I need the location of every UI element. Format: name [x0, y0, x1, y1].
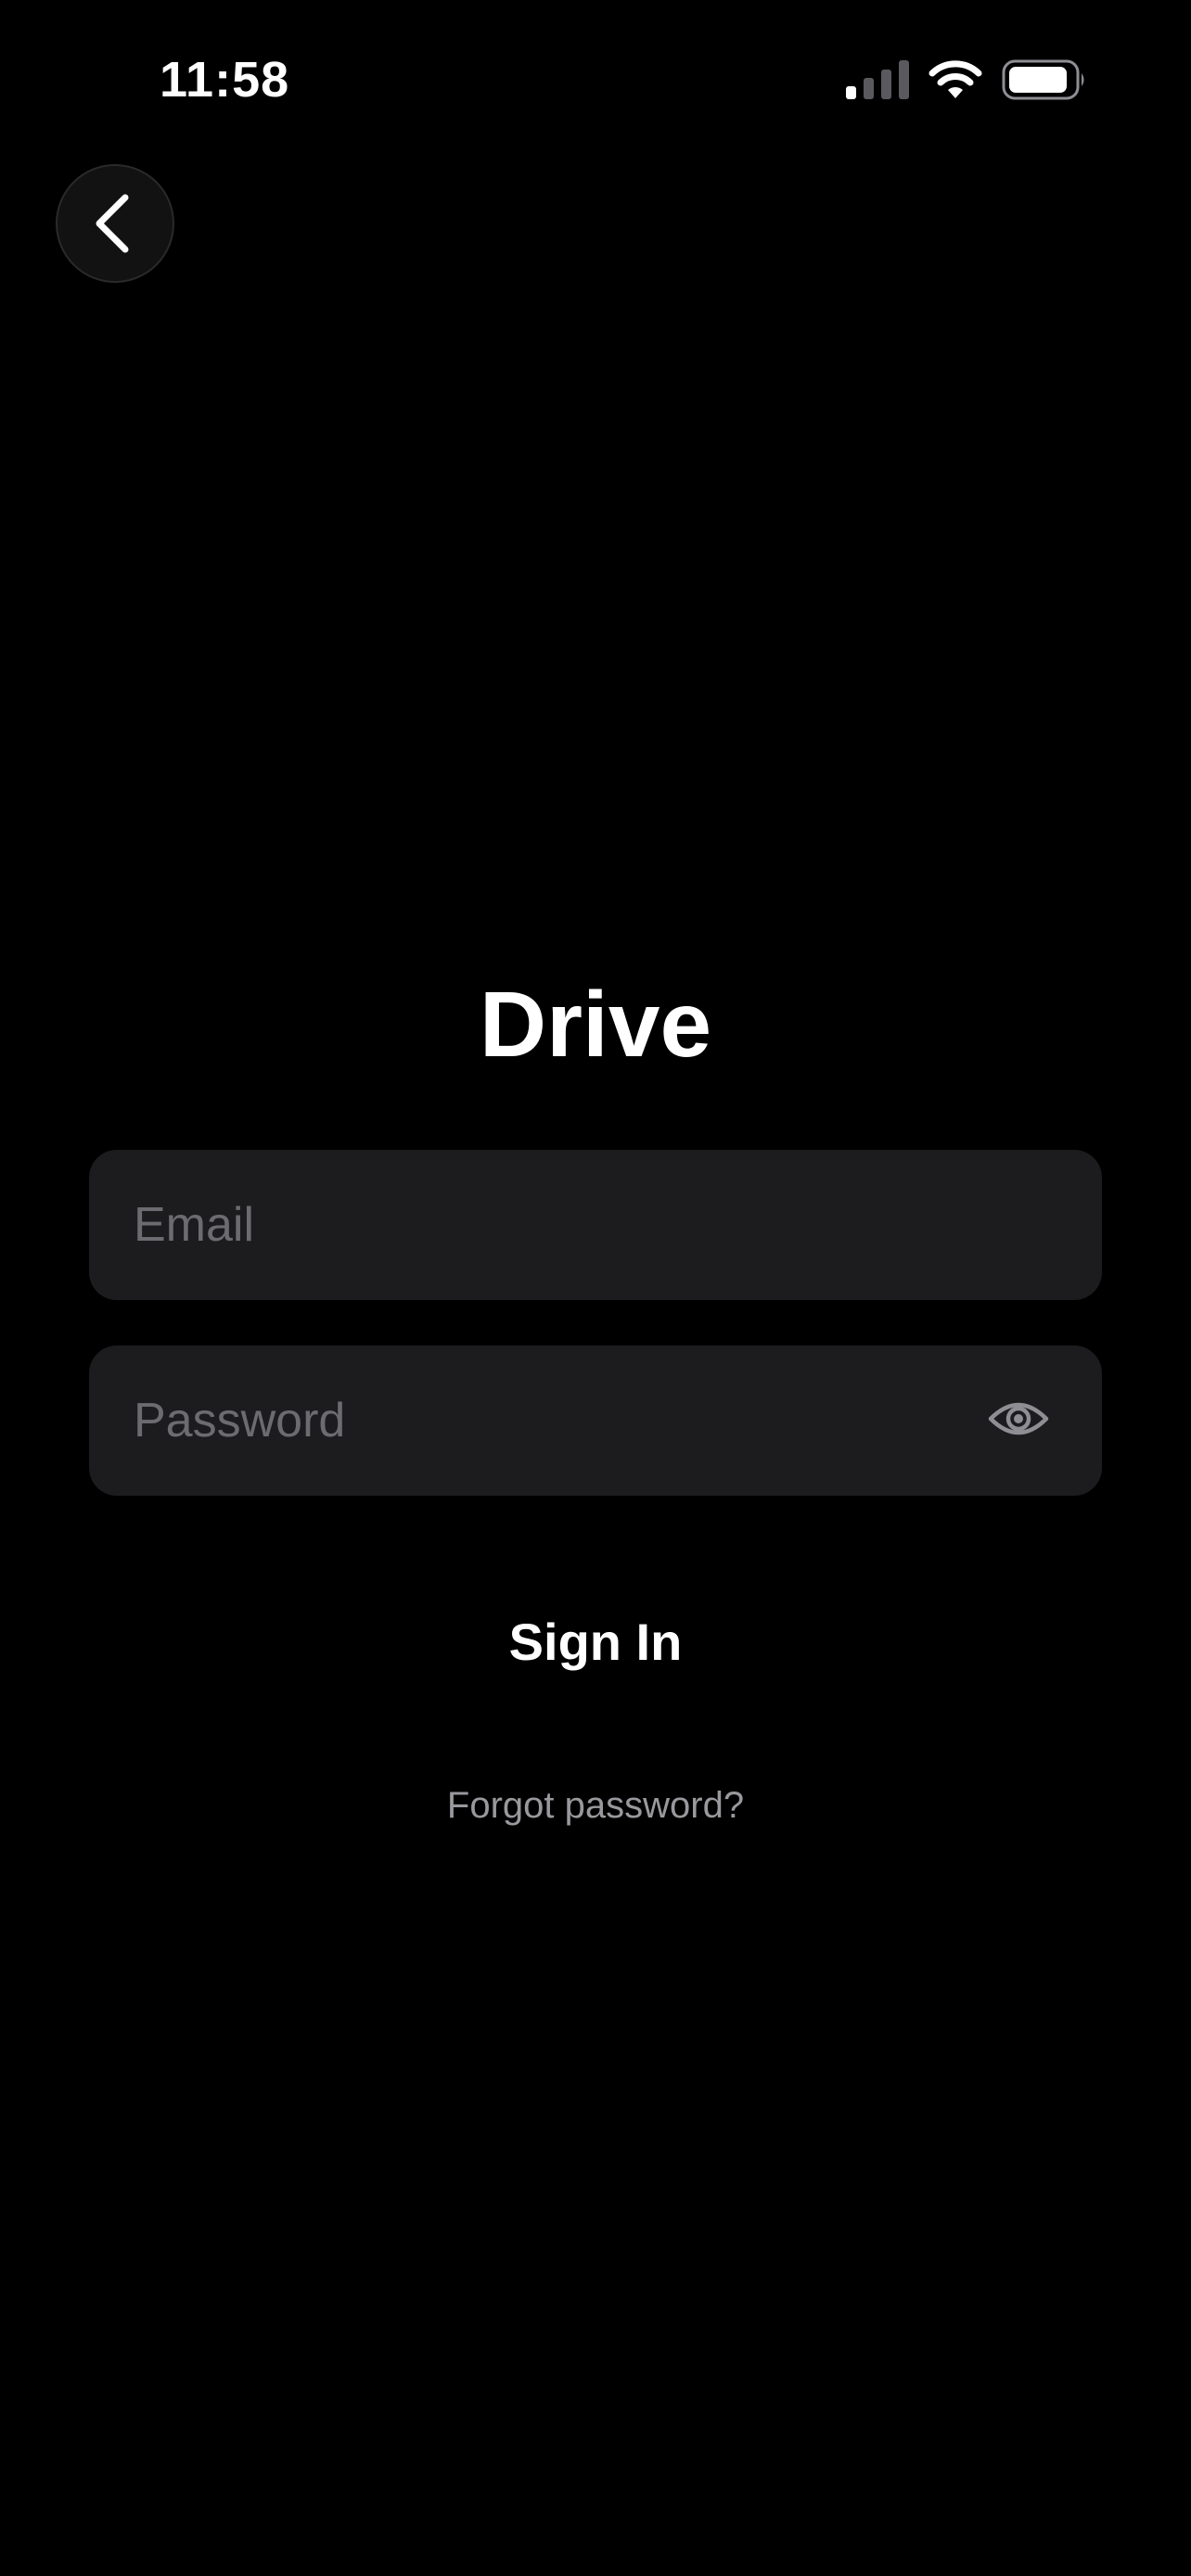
password-visibility-toggle[interactable]: [972, 1374, 1065, 1467]
wifi-icon: [928, 59, 983, 100]
email-input[interactable]: [89, 1150, 1102, 1300]
email-field-container: [89, 1150, 1102, 1300]
status-time: 11:58: [160, 52, 290, 108]
back-button[interactable]: [56, 164, 174, 283]
sign-in-button[interactable]: Sign In: [364, 1595, 827, 1688]
cellular-signal-icon: [846, 60, 909, 99]
chevron-left-icon: [96, 192, 134, 255]
battery-icon: [1002, 59, 1087, 100]
password-field-container: [89, 1345, 1102, 1496]
forgot-password-link[interactable]: Forgot password?: [317, 1773, 874, 1838]
status-icons: [846, 57, 1087, 102]
page-title: Drive: [479, 973, 712, 1077]
eye-icon: [988, 1398, 1049, 1444]
password-input[interactable]: [89, 1345, 972, 1496]
